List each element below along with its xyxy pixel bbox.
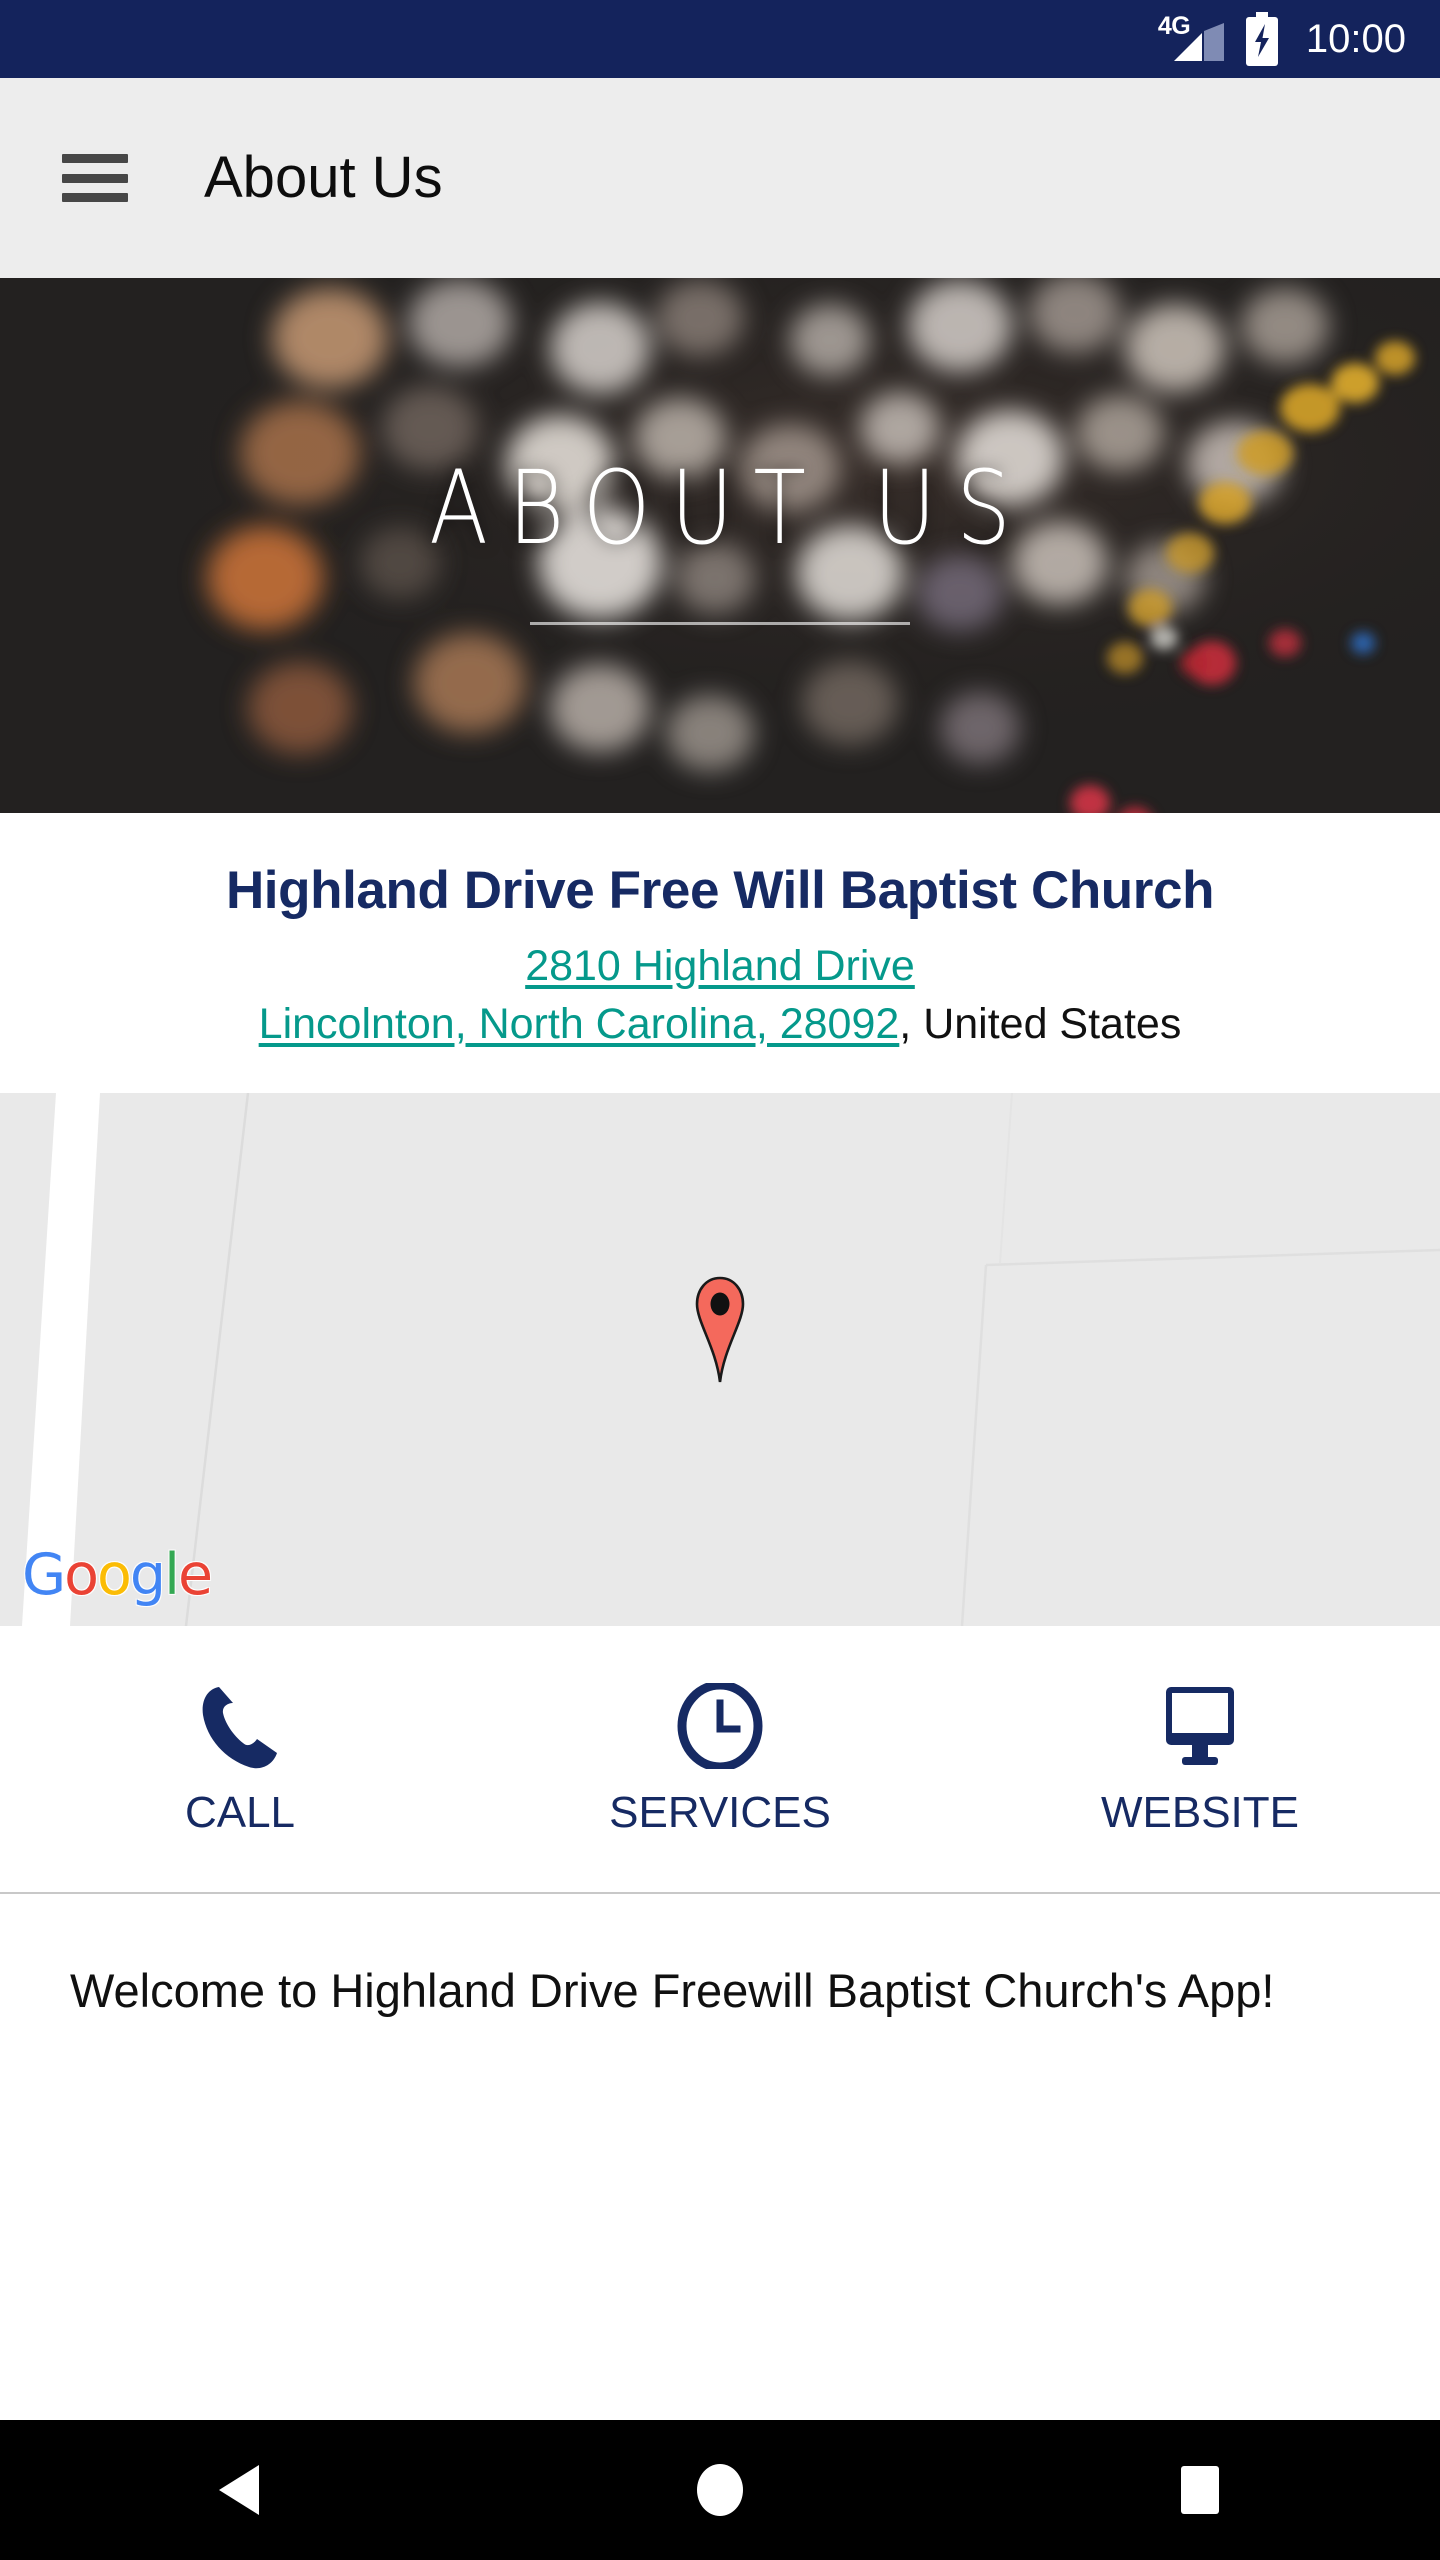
address-street-link[interactable]: 2810 Highland Drive xyxy=(525,942,915,990)
clock-icon xyxy=(677,1682,763,1769)
battery-charging-icon xyxy=(1244,12,1280,66)
map-pin-marker[interactable] xyxy=(689,1276,751,1384)
google-letter-e: e xyxy=(177,1541,213,1608)
home-circle-icon xyxy=(697,2464,743,2516)
services-button-label: SERVICES xyxy=(609,1787,831,1837)
hamburger-line xyxy=(62,193,128,202)
hamburger-line xyxy=(62,173,128,183)
app-bar: About Us xyxy=(0,78,1440,278)
location-map[interactable]: Google xyxy=(0,1092,1440,1626)
action-buttons-row: CALL SERVICES WEBSITE xyxy=(0,1625,1440,1894)
hamburger-menu-icon[interactable] xyxy=(62,154,128,202)
nav-home-button[interactable] xyxy=(480,2462,960,2518)
page-title: About Us xyxy=(204,145,443,210)
google-letter-g2: g xyxy=(129,1541,166,1608)
welcome-section: Welcome to Highland Drive Freewill Bapti… xyxy=(0,1893,1440,2420)
status-bar-clock: 10:00 xyxy=(1305,17,1406,61)
hero-divider xyxy=(530,622,910,625)
address-country: , United States xyxy=(899,999,1182,1048)
signal-bars-icon xyxy=(1173,23,1224,61)
status-icons: 4G 10:00 xyxy=(1156,12,1406,66)
organization-address: 2810 Highland Drive Lincolnton, North Ca… xyxy=(40,938,1400,1052)
google-letter-l: l xyxy=(164,1541,180,1608)
android-navigation-bar xyxy=(0,2420,1440,2560)
phone-icon xyxy=(199,1683,281,1769)
google-letter-o1: o xyxy=(64,1541,99,1608)
hamburger-line xyxy=(62,154,128,163)
call-button[interactable]: CALL xyxy=(0,1683,480,1835)
org-info-section: Highland Drive Free Will Baptist Church … xyxy=(0,813,1440,1093)
google-letter-g: G xyxy=(22,1541,66,1608)
google-letter-o2: o xyxy=(97,1541,132,1608)
call-button-label: CALL xyxy=(184,1787,296,1837)
nav-recents-button[interactable] xyxy=(960,2464,1440,2516)
monitor-icon xyxy=(1154,1683,1246,1769)
website-button[interactable]: WEBSITE xyxy=(960,1683,1440,1835)
app-screen: 4G 10:00 About Us ABOUT US Highland Driv… xyxy=(0,0,1440,2560)
cellular-signal-indicator: 4G xyxy=(1156,13,1224,65)
status-bar: 4G 10:00 xyxy=(0,0,1440,78)
hero-banner: ABOUT US xyxy=(0,278,1440,813)
services-button[interactable]: SERVICES xyxy=(480,1682,960,1837)
organization-name: Highland Drive Free Will Baptist Church xyxy=(225,861,1215,920)
welcome-message: Welcome to Highland Drive Freewill Bapti… xyxy=(70,1963,1275,2017)
nav-back-button[interactable] xyxy=(0,2463,480,2517)
recents-square-icon xyxy=(1181,2466,1219,2514)
hero-title: ABOUT US xyxy=(429,450,1031,568)
google-watermark: Google xyxy=(22,1546,213,1604)
address-city-state-zip-link[interactable]: Lincolnton, North Carolina, 28092 xyxy=(259,1000,900,1048)
hero-overlay: ABOUT US xyxy=(0,278,1440,813)
website-button-label: WEBSITE xyxy=(1100,1787,1300,1837)
back-triangle-icon xyxy=(219,2465,259,2515)
